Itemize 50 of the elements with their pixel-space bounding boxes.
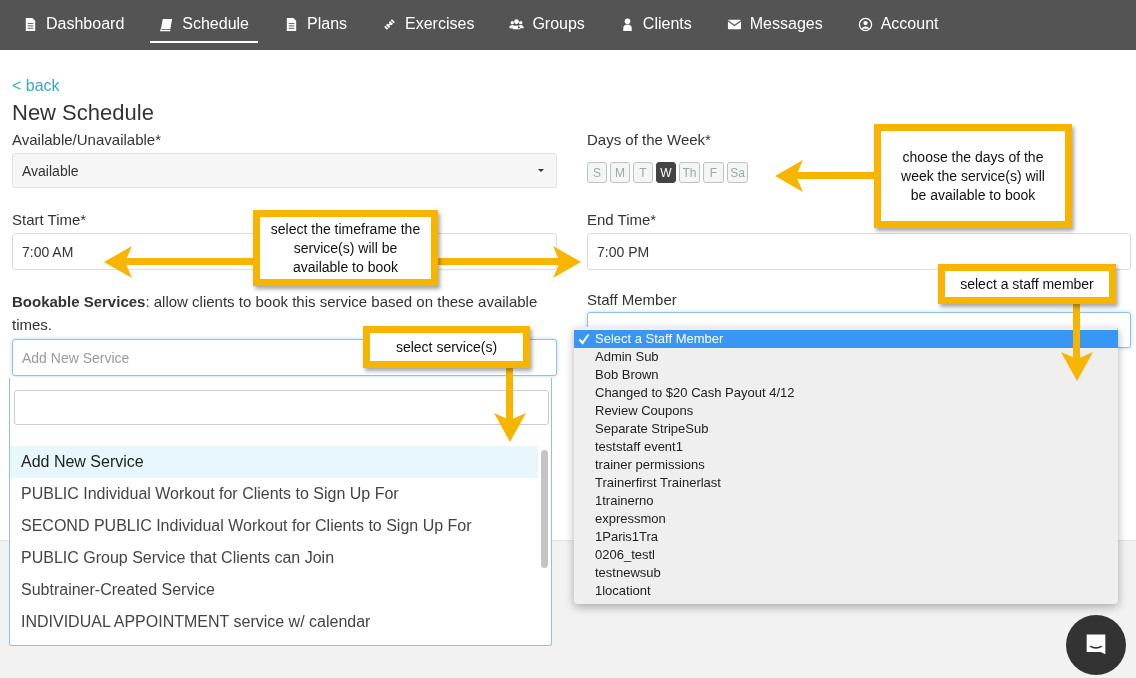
callout: select a staff member (938, 264, 1116, 304)
staff-option[interactable]: Trainerfirst Trainerlast (574, 474, 1118, 492)
service-option[interactable]: PUBLIC Group Service that Clients can Join (10, 542, 538, 574)
callout: select the timeframe the service(s) will be available to book (253, 210, 438, 286)
field-label: Start Time* (12, 210, 87, 230)
staff-option[interactable]: expressmon (574, 510, 1118, 528)
staff-option[interactable]: Separate StripeSub (574, 420, 1118, 438)
staff-option[interactable]: Admin Sub (574, 348, 1118, 366)
staff-option[interactable]: 0206_testl (574, 546, 1118, 564)
staff-option[interactable]: 1Paris1Tra (574, 528, 1118, 546)
nav-tab[interactable]: Schedule (150, 7, 258, 43)
callout: select service(s) (363, 326, 530, 368)
time-field[interactable]: 7:00 PM (587, 233, 1131, 270)
nav-tab[interactable]: Clients (610, 7, 701, 43)
caret-icon (538, 169, 544, 172)
callout: choose the days of the week the service(s) will be available to book (874, 124, 1072, 228)
staff-option[interactable]: 1locationt (574, 582, 1118, 600)
field-label: Days of the Week* (587, 130, 711, 150)
nav-tab[interactable]: Messages (717, 7, 832, 43)
document-icon (284, 16, 299, 32)
staff-option[interactable]: Changed to $20 Cash Payout 4/12 (574, 384, 1118, 402)
document-icon (23, 16, 38, 32)
nav-tab[interactable]: Plans (275, 7, 357, 43)
staff-option[interactable]: Bob Brown (574, 366, 1118, 384)
staff-option[interactable]: testnewsub (574, 564, 1118, 582)
book-icon (159, 16, 175, 32)
service-option[interactable]: SECOND PUBLIC Individual Workout for Clients to Sign Up For (10, 510, 538, 542)
field-label: End Time* (587, 210, 657, 230)
nav-tab[interactable]: Groups (500, 7, 594, 43)
search-field[interactable] (14, 390, 549, 425)
day-toggle[interactable]: W (656, 162, 676, 183)
service-option[interactable]: PUBLIC Individual Workout for Clients to Sign Up For (10, 478, 538, 510)
nav-tab[interactable]: Account (848, 7, 948, 43)
staff-option[interactable]: teststaff event1 (574, 438, 1118, 456)
service-option[interactable]: Subtrainer-Created Service (10, 574, 538, 606)
nav-tab[interactable]: Exercises (373, 7, 484, 43)
field-label: Available/Unavailable* (12, 130, 161, 150)
staff-option[interactable]: 1trainerno (574, 492, 1118, 510)
service-option[interactable]: INDIVIDUAL APPOINTMENT service w/ calendar (10, 606, 538, 638)
scrollbar-thumb[interactable] (541, 450, 548, 568)
user-circle-icon (857, 16, 873, 32)
staff-option[interactable]: Review Coupons (574, 402, 1118, 420)
group-icon (509, 16, 525, 32)
service-option[interactable]: Add New Service (10, 446, 538, 478)
availability-select[interactable]: Available (12, 153, 557, 188)
field-label: Staff Member (587, 290, 677, 310)
page-title: New Schedule (12, 100, 154, 126)
nav-tab[interactable]: Dashboard (14, 7, 134, 43)
check-icon (578, 333, 590, 345)
staff-option[interactable]: trainer permissions (574, 456, 1118, 474)
